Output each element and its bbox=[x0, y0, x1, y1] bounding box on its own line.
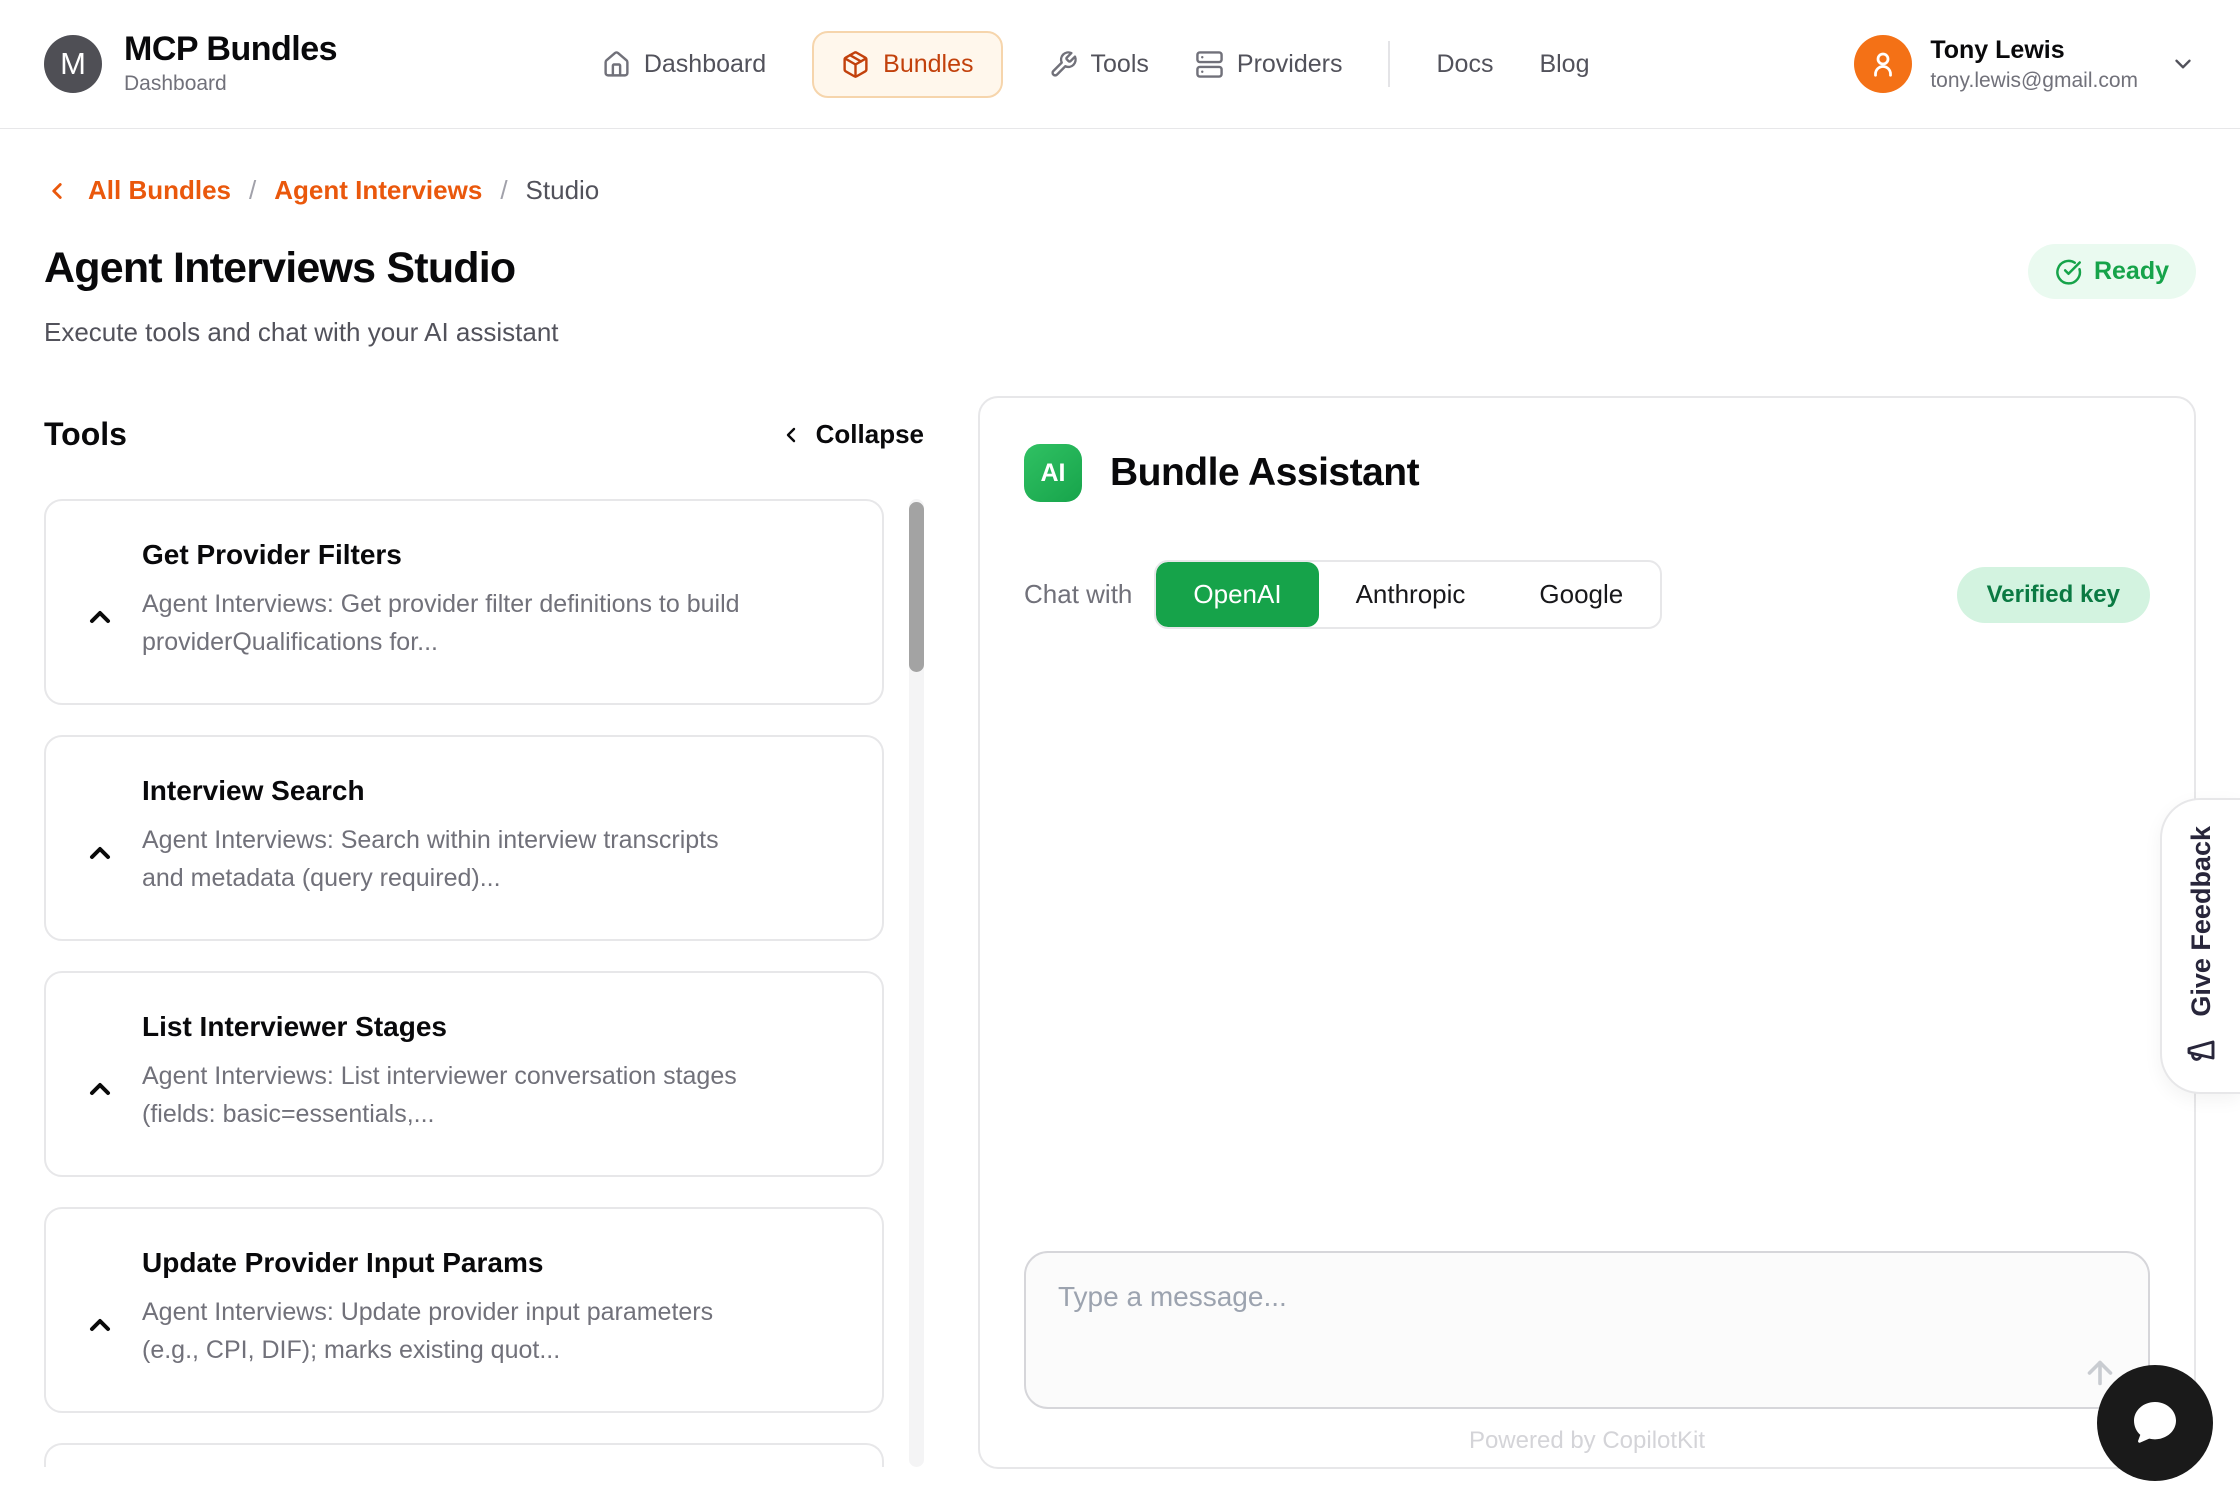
tool-description: Agent Interviews: Get provider filter de… bbox=[142, 586, 762, 661]
nav-item[interactable]: Tools bbox=[1049, 50, 1149, 79]
tool-card-partial[interactable] bbox=[44, 1443, 884, 1467]
breadcrumb-item[interactable]: All Bundles bbox=[88, 175, 231, 206]
nav-item[interactable]: Docs bbox=[1436, 50, 1493, 79]
nav-item-label: Tools bbox=[1091, 50, 1149, 79]
nav-item[interactable]: Blog bbox=[1539, 50, 1589, 79]
chat-with-label: Chat with bbox=[1024, 579, 1132, 610]
chat-message-area bbox=[1024, 629, 2150, 1251]
avatar bbox=[1854, 35, 1912, 93]
tool-description: Agent Interviews: List interviewer conve… bbox=[142, 1058, 762, 1133]
chevron-up-icon[interactable] bbox=[84, 1073, 116, 1105]
nav-divider bbox=[1388, 41, 1390, 87]
chevron-left-icon[interactable] bbox=[44, 178, 70, 204]
provider-segmented-control: OpenAI Anthropic Google bbox=[1154, 560, 1662, 629]
assistant-title: Bundle Assistant bbox=[1110, 451, 1419, 495]
breadcrumb-item[interactable]: Studio bbox=[526, 175, 600, 206]
nav-item-label: Dashboard bbox=[644, 50, 766, 79]
tool-name: List Interviewer Stages bbox=[142, 1011, 762, 1043]
page-subtitle: Execute tools and chat with your AI assi… bbox=[44, 317, 2196, 348]
brand-logo: M bbox=[44, 35, 102, 93]
chevron-left-icon bbox=[779, 423, 803, 447]
message-input-placeholder: Type a message... bbox=[1058, 1281, 1287, 1312]
nav-item-label: Blog bbox=[1539, 50, 1589, 79]
tool-description: Agent Interviews: Update provider input … bbox=[142, 1294, 762, 1369]
user-icon bbox=[1868, 49, 1898, 79]
server-icon bbox=[1195, 50, 1224, 79]
collapse-button[interactable]: Collapse bbox=[779, 419, 924, 450]
chevron-down-icon[interactable] bbox=[2170, 51, 2196, 77]
provider-segment[interactable]: Google bbox=[1502, 562, 1660, 627]
check-circle-icon bbox=[2055, 258, 2082, 285]
give-feedback-label: Give Feedback bbox=[2186, 826, 2217, 1017]
verified-key-badge: Verified key bbox=[1957, 567, 2150, 623]
give-feedback-button[interactable]: Give Feedback bbox=[2160, 798, 2240, 1094]
brand-home-link[interactable]: M MCP Bundles Dashboard bbox=[44, 32, 337, 97]
nav-item-label: Providers bbox=[1237, 50, 1343, 79]
tool-card[interactable]: Update Provider Input Params Agent Inter… bbox=[44, 1207, 884, 1413]
breadcrumb-item[interactable]: / bbox=[249, 175, 256, 206]
nav-item-label: Docs bbox=[1436, 50, 1493, 79]
scrollbar-thumb[interactable] bbox=[909, 502, 924, 672]
chat-bubble-button[interactable] bbox=[2097, 1365, 2213, 1481]
powered-by-label: Powered by CopilotKit bbox=[1024, 1427, 2150, 1455]
tool-card[interactable]: Get Provider Filters Agent Interviews: G… bbox=[44, 499, 884, 705]
tools-panel-title: Tools bbox=[44, 416, 127, 453]
assistant-panel: AI Bundle Assistant Chat with OpenAI Ant… bbox=[978, 396, 2196, 1469]
brand-title: MCP Bundles bbox=[124, 32, 337, 68]
top-navigation-bar: M MCP Bundles Dashboard Dashboard Bundle… bbox=[0, 0, 2240, 129]
collapse-label: Collapse bbox=[816, 419, 924, 450]
breadcrumb-item[interactable]: Agent Interviews bbox=[274, 175, 482, 206]
user-email: tony.lewis@gmail.com bbox=[1930, 69, 2138, 93]
message-input[interactable]: Type a message... bbox=[1024, 1251, 2150, 1409]
chevron-up-icon[interactable] bbox=[84, 837, 116, 869]
nav-item-label: Bundles bbox=[883, 50, 973, 79]
tool-name: Get Provider Filters bbox=[142, 539, 762, 571]
user-name: Tony Lewis bbox=[1930, 36, 2138, 65]
scrollbar-track bbox=[909, 499, 924, 1467]
tool-card[interactable]: List Interviewer Stages Agent Interviews… bbox=[44, 971, 884, 1177]
tools-list: Get Provider Filters Agent Interviews: G… bbox=[44, 499, 924, 1467]
status-badge: Ready bbox=[2028, 244, 2196, 299]
user-menu[interactable]: Tony Lewis tony.lewis@gmail.com bbox=[1854, 35, 2196, 93]
page-title: Agent Interviews Studio bbox=[44, 244, 515, 293]
megaphone-icon bbox=[2185, 1034, 2217, 1066]
breadcrumb: All Bundles / Agent Interviews / Studio bbox=[44, 175, 2196, 206]
tool-description: Agent Interviews: Search within intervie… bbox=[142, 822, 762, 897]
nav-item[interactable]: Dashboard bbox=[602, 50, 766, 79]
tool-card[interactable]: Interview Search Agent Interviews: Searc… bbox=[44, 735, 884, 941]
tool-name: Interview Search bbox=[142, 775, 762, 807]
provider-segment[interactable]: OpenAI bbox=[1156, 562, 1318, 627]
status-badge-label: Ready bbox=[2094, 257, 2169, 286]
brand-subtitle: Dashboard bbox=[124, 72, 337, 96]
wrench-icon bbox=[1049, 50, 1078, 79]
tool-name: Update Provider Input Params bbox=[142, 1247, 762, 1279]
package-icon bbox=[841, 50, 870, 79]
chevron-up-icon[interactable] bbox=[84, 1309, 116, 1341]
main-nav: Dashboard Bundles Tools Providers bbox=[337, 31, 1854, 98]
ai-badge: AI bbox=[1024, 444, 1082, 502]
home-icon bbox=[602, 50, 631, 79]
breadcrumb-item[interactable]: / bbox=[500, 175, 507, 206]
provider-segment[interactable]: Anthropic bbox=[1319, 562, 1503, 627]
tools-panel: Tools Collapse Get Provider Filters Agen… bbox=[44, 416, 924, 1467]
brand-initial: M bbox=[60, 46, 86, 82]
chat-bubble-icon bbox=[2127, 1395, 2183, 1451]
nav-item[interactable]: Bundles bbox=[812, 31, 1002, 98]
nav-item[interactable]: Providers bbox=[1195, 50, 1343, 79]
chevron-up-icon[interactable] bbox=[84, 601, 116, 633]
